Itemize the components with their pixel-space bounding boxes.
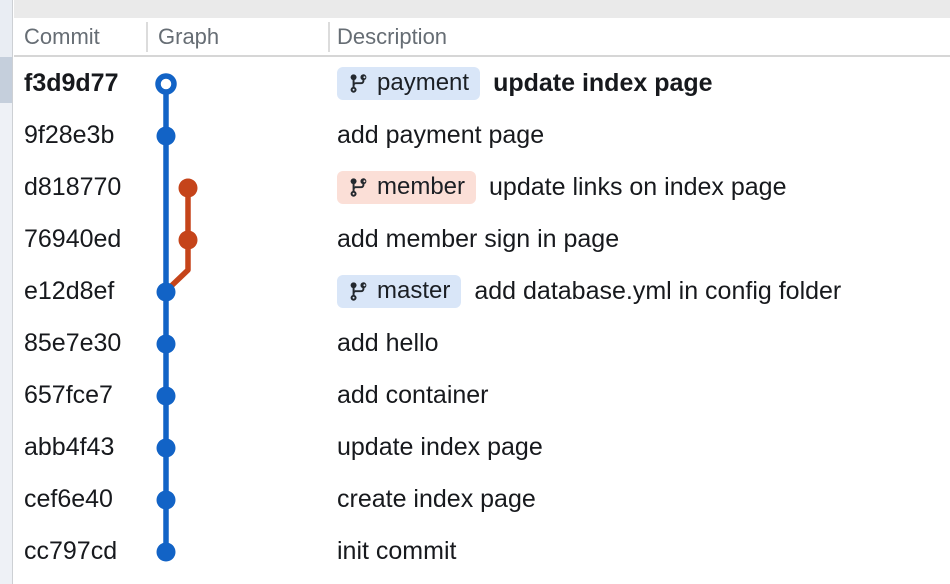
commit-list: f3d9d77 payment update index page 9f28e3b ad…	[14, 57, 950, 584]
commit-description: member update links on index page	[328, 171, 950, 204]
commit-hash: 9f28e3b	[14, 121, 146, 150]
commit-node	[179, 231, 198, 250]
commit-description: payment update index page	[328, 67, 950, 100]
commit-message: update index page	[337, 433, 543, 462]
commit-message: add container	[337, 381, 489, 410]
commit-hash: 657fce7	[14, 381, 146, 410]
commit-hash: 76940ed	[14, 225, 146, 254]
commit-hash: 85e7e30	[14, 329, 146, 358]
branch-badge-label: payment	[377, 69, 469, 97]
commit-history-window: Commit Graph Description f3d9d77 payment u…	[0, 0, 950, 584]
commit-description: update index page	[328, 433, 950, 462]
branch-badge-payment[interactable]: payment	[337, 67, 480, 100]
adjacent-panel-edge	[0, 0, 13, 584]
commit-description: add hello	[328, 329, 950, 358]
history-table-panel: Commit Graph Description f3d9d77 payment u…	[14, 0, 950, 584]
commit-message: add hello	[337, 329, 438, 358]
column-header-description[interactable]: Description	[328, 24, 950, 50]
commit-node	[157, 439, 176, 458]
commit-description: add member sign in page	[328, 225, 950, 254]
commit-message: add database.yml in config folder	[474, 277, 841, 306]
scrollbar-thumb[interactable]	[0, 57, 12, 103]
commit-node	[179, 179, 198, 198]
commit-hash: cef6e40	[14, 485, 146, 514]
commit-description: create index page	[328, 485, 950, 514]
commit-message: add payment page	[337, 121, 544, 150]
commit-message: create index page	[337, 485, 536, 514]
commit-hash: e12d8ef	[14, 277, 146, 306]
commit-description: master add database.yml in config folder	[328, 275, 950, 308]
commit-node	[157, 127, 176, 146]
head-commit-node	[158, 76, 174, 92]
commit-hash: cc797cd	[14, 537, 146, 566]
column-header-commit[interactable]: Commit	[14, 24, 146, 50]
commit-message: init commit	[337, 537, 456, 566]
branch-badge-label: member	[377, 173, 465, 201]
commit-node	[157, 283, 176, 302]
git-branch-icon	[348, 281, 369, 302]
toolbar-strip	[14, 0, 950, 18]
column-header-graph[interactable]: Graph	[146, 24, 328, 50]
git-branch-icon	[348, 177, 369, 198]
commit-graph	[146, 57, 328, 584]
commit-node	[157, 491, 176, 510]
branch-badge-member[interactable]: member	[337, 171, 476, 204]
commit-description: add payment page	[328, 121, 950, 150]
panel-edge-top	[0, 0, 12, 57]
branch-badge-master[interactable]: master	[337, 275, 461, 308]
commit-hash: d818770	[14, 173, 146, 202]
commit-description: add container	[328, 381, 950, 410]
git-branch-icon	[348, 73, 369, 94]
commit-node	[157, 335, 176, 354]
commit-node	[157, 543, 176, 562]
commit-message: add member sign in page	[337, 225, 619, 254]
branch-badge-label: master	[377, 277, 450, 305]
table-header: Commit Graph Description	[14, 18, 950, 57]
commit-message: update links on index page	[489, 173, 786, 202]
commit-message: update index page	[493, 69, 712, 98]
commit-description: init commit	[328, 537, 950, 566]
commit-hash: abb4f43	[14, 433, 146, 462]
commit-node	[157, 387, 176, 406]
commit-hash: f3d9d77	[14, 69, 146, 98]
